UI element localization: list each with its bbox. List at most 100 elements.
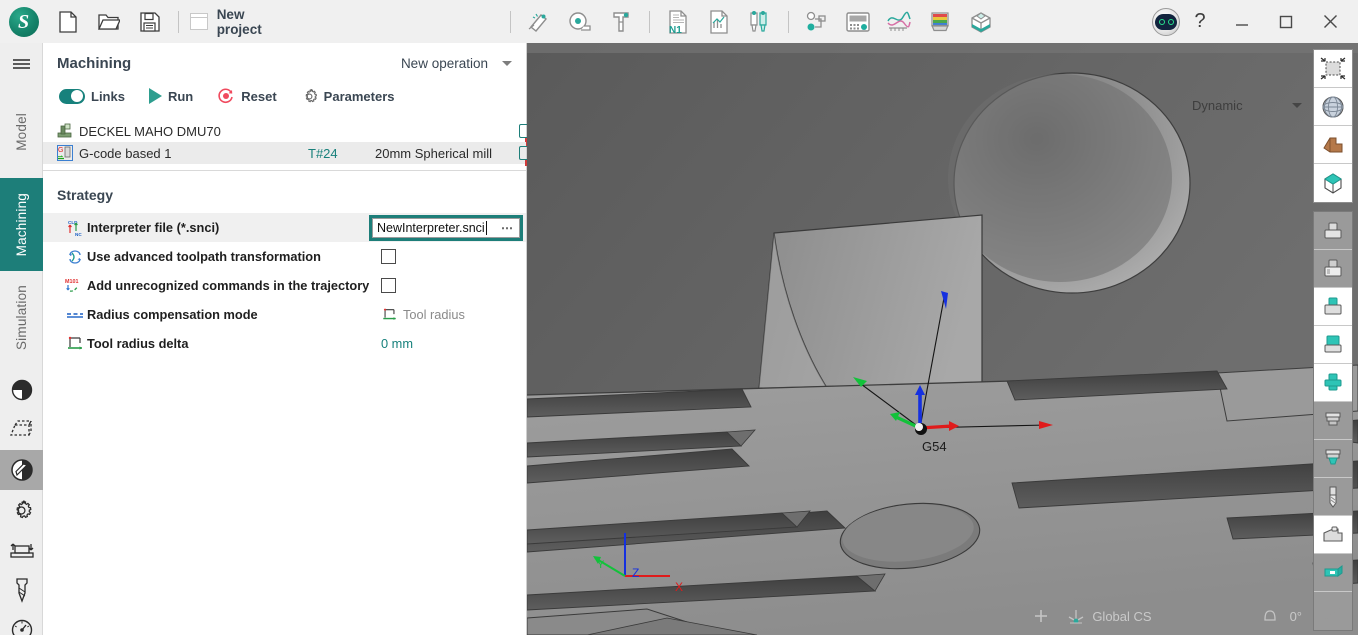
- machine-node[interactable]: DECKEL MAHO DMU70: [43, 120, 533, 146]
- operation-node[interactable]: G G-code based 1 T#24 20mm Spherical mil…: [43, 142, 556, 166]
- right-tool-rail: [1308, 43, 1358, 635]
- rail-icon-stock[interactable]: [0, 410, 43, 450]
- show-stock-button[interactable]: [1314, 212, 1352, 250]
- box-view-button[interactable]: [1314, 164, 1352, 202]
- radius-compensation-value-wrapper[interactable]: Tool radius: [381, 307, 465, 323]
- add-cs-button[interactable]: [1033, 608, 1049, 624]
- cnc-panel-button[interactable]: [837, 0, 878, 43]
- advanced-toolpath-transformation-row[interactable]: Use advanced toolpath transformation: [43, 242, 526, 271]
- tools-library-button[interactable]: [739, 0, 780, 43]
- project-chip[interactable]: New project: [190, 7, 292, 37]
- window-controls: ?: [1002, 0, 1358, 43]
- links-toggle[interactable]: Links: [57, 86, 133, 107]
- rail-icon-tool[interactable]: [0, 570, 43, 610]
- new-file-button[interactable]: [47, 0, 88, 43]
- add-unrecognized-commands-row[interactable]: M101 Add unrecognized commands in the tr…: [43, 271, 526, 300]
- rail-icon-machine-setup[interactable]: [0, 530, 43, 570]
- menu-button[interactable]: [0, 43, 42, 85]
- rotate-view-button[interactable]: [1314, 88, 1352, 126]
- measure-button[interactable]: [559, 0, 600, 43]
- sidebar-tab-label: Simulation: [14, 284, 29, 351]
- node-graph-icon: [807, 11, 826, 30]
- interpreter-file-row[interactable]: CLD NC Interpreter file (*.snci) NewInte…: [43, 213, 526, 242]
- sidebar-tab-machining[interactable]: Machining: [0, 178, 43, 271]
- reset-button[interactable]: Reset: [215, 84, 284, 108]
- viewport-3d[interactable]: G54 Z X Y Dynamic Global CS 0°: [527, 43, 1358, 635]
- radius-compensation-mode-row[interactable]: Radius compensation mode Tool radius: [43, 300, 526, 329]
- panel-header: Machining New operation: [43, 43, 526, 78]
- show-fixture-button[interactable]: [1314, 250, 1352, 288]
- tool-radius-icon: [65, 335, 85, 353]
- feed-graph-icon: [887, 11, 911, 31]
- sprutcam-logo-icon: S: [8, 6, 39, 37]
- fit-to-window-button[interactable]: [1314, 50, 1352, 88]
- snap-button[interactable]: [518, 0, 559, 43]
- face-view-button[interactable]: [1314, 126, 1352, 164]
- app-logo[interactable]: S: [0, 6, 47, 37]
- radius-compensation-value: Tool radius: [403, 307, 465, 322]
- operation-tree: DECKEL MAHO DMU70 G G-code based 1 T#24 …: [43, 120, 556, 166]
- project-name: New project: [216, 6, 262, 37]
- show-table-button[interactable]: [1314, 554, 1352, 592]
- toggle-on-icon: [59, 88, 85, 104]
- rail-icon-settings[interactable]: [0, 490, 43, 530]
- rail-icon-toolpath[interactable]: [0, 450, 43, 490]
- help-button[interactable]: ?: [1180, 0, 1220, 43]
- interpreter-file-input-wrapper[interactable]: NewInterpreter.snci ⋯: [369, 215, 523, 241]
- show-holder-button[interactable]: [1314, 402, 1352, 440]
- interpreter-file-input[interactable]: NewInterpreter.snci ⋯: [372, 218, 520, 238]
- advanced-toolpath-checkbox[interactable]: [381, 249, 396, 264]
- tool-radius-delta-row[interactable]: Tool radius delta 0 mm: [43, 329, 526, 358]
- caliper-button[interactable]: [601, 0, 642, 43]
- hatching-icon: [1321, 603, 1344, 621]
- tool-radius-icon: [383, 308, 396, 320]
- view-mode-label: Dynamic: [1192, 98, 1243, 113]
- reset-circular-icon: [218, 88, 234, 104]
- save-file-button[interactable]: [130, 0, 171, 43]
- stock-button[interactable]: [961, 0, 1002, 43]
- add-unrecognized-label: Add unrecognized commands in the traject…: [87, 278, 370, 293]
- show-machined-part-button[interactable]: [1314, 326, 1352, 364]
- panel-toolbar: Links Run Reset Parameters: [43, 78, 526, 118]
- add-unrecognized-checkbox[interactable]: [381, 278, 396, 293]
- graph-button[interactable]: [878, 0, 919, 43]
- maximize-button[interactable]: [1264, 0, 1308, 43]
- transform-arrows-icon: [65, 248, 85, 266]
- parameters-button[interactable]: Parameters: [299, 85, 403, 108]
- show-chuck-button[interactable]: [1314, 440, 1352, 478]
- close-button[interactable]: [1308, 0, 1352, 43]
- tool-name: 20mm Spherical mill: [375, 145, 493, 161]
- origin-label: G54: [922, 439, 947, 454]
- rail-icon-render-mode[interactable]: [0, 370, 43, 410]
- open-file-button[interactable]: [88, 0, 129, 43]
- report-button[interactable]: [698, 0, 739, 43]
- sidebar-tab-model[interactable]: Model: [0, 85, 43, 178]
- show-machine-button[interactable]: [1314, 516, 1352, 554]
- page-title: Machining: [57, 55, 132, 72]
- minimize-button[interactable]: [1220, 0, 1264, 43]
- cnc-controller-icon: [845, 11, 870, 32]
- sidebar-tab-simulation[interactable]: Simulation: [0, 271, 43, 364]
- nc-program-button[interactable]: N1: [657, 0, 698, 43]
- machine-scheme-button[interactable]: [796, 0, 837, 43]
- new-operation-dropdown[interactable]: New operation: [401, 56, 512, 71]
- browse-button[interactable]: ⋯: [501, 221, 517, 235]
- global-cs-label: Global CS: [1092, 608, 1152, 624]
- material-button[interactable]: [920, 0, 961, 43]
- viewport-status-bar: Global CS 0°: [527, 597, 1358, 635]
- fixture-cylinder-icon: [1324, 259, 1342, 276]
- svg-text:X: X: [675, 580, 683, 594]
- robot-assistant-icon[interactable]: [1152, 7, 1181, 36]
- view-mode-dropdown[interactable]: Dynamic: [1192, 98, 1302, 113]
- show-tool-button[interactable]: [1314, 478, 1352, 516]
- notification-button[interactable]: [1262, 607, 1278, 625]
- close-icon: [1323, 15, 1337, 28]
- run-button[interactable]: Run: [147, 85, 201, 107]
- show-workpiece-button[interactable]: [1314, 364, 1352, 402]
- show-hatching-button[interactable]: [1314, 592, 1352, 630]
- view-group: [1313, 49, 1353, 203]
- show-part-button[interactable]: [1314, 288, 1352, 326]
- machined-cylinder-icon: [1324, 335, 1342, 352]
- rail-icon-feeds[interactable]: [0, 610, 43, 635]
- global-cs-selector[interactable]: Global CS: [1067, 607, 1152, 625]
